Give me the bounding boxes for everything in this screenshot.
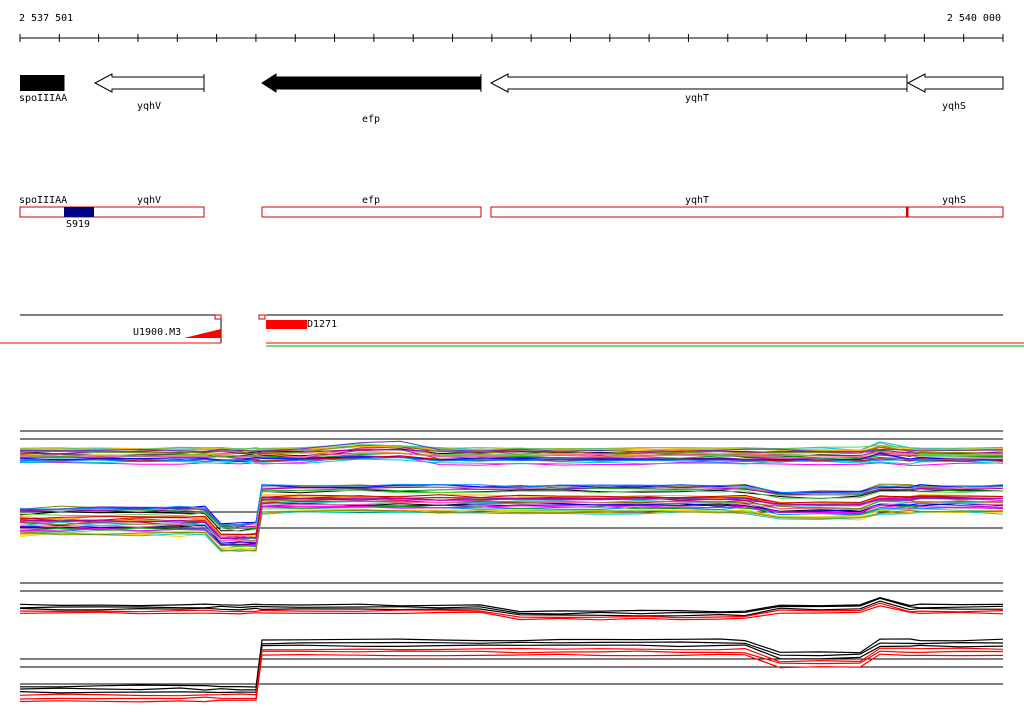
gene-box-spoIIIAA-yqhV[interactable] — [19, 206, 205, 218]
feature-label-u1900: U1900.M3 — [133, 327, 182, 338]
gene-label-yqhS: yqhS — [941, 101, 967, 112]
gene-box-track[interactable] — [19, 206, 1004, 218]
gene-box-yqhS[interactable] — [907, 206, 1004, 218]
gene-arrow-yqhT[interactable] — [489, 73, 908, 93]
highlight-box-s919[interactable] — [64, 207, 94, 217]
feature-label-d1271: D1271 — [307, 319, 338, 330]
feature-label-s919: S919 — [66, 219, 91, 230]
gene-arrow-yqhS[interactable] — [906, 73, 1004, 93]
gene-arrow-spoIIIAA[interactable] — [20, 75, 64, 91]
gene-label-yqhV: yqhV — [136, 101, 162, 112]
box-label-efp: efp — [361, 195, 381, 206]
d1271-block[interactable] — [266, 320, 307, 329]
gene-label-efp: efp — [361, 114, 381, 125]
expression-panel-2 — [19, 582, 1004, 703]
gene-box-efp[interactable] — [261, 206, 482, 218]
box-label-yqhS: yqhS — [941, 195, 967, 206]
expression-panel-1 — [19, 430, 1004, 553]
gene-arrow-yqhV[interactable] — [93, 73, 205, 93]
gene-label-spoIIIAA: spoIIIAA — [19, 93, 68, 104]
gene-arrow-efp[interactable] — [261, 73, 482, 93]
box-label-spoIIIAA: spoIIIAA — [19, 195, 68, 206]
box-label-yqhT: yqhT — [684, 195, 710, 206]
u1900-ramp[interactable] — [184, 329, 221, 338]
box-label-yqhV: yqhV — [136, 195, 162, 206]
gene-arrow-track[interactable] — [20, 73, 1004, 93]
ruler-axis — [19, 34, 1004, 42]
gene-label-yqhT: yqhT — [684, 93, 710, 104]
gene-box-yqhT[interactable] — [490, 206, 908, 218]
